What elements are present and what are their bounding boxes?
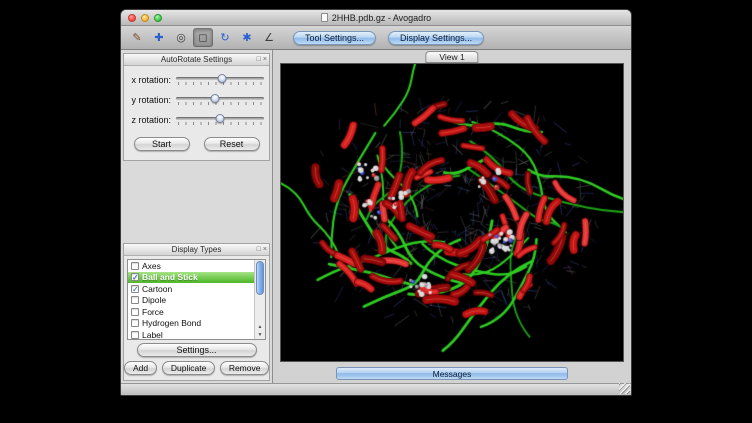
dipole-checkbox[interactable]	[131, 296, 139, 304]
select-icon: ◻	[198, 31, 207, 44]
close-panel-icon[interactable]: ×	[263, 246, 267, 253]
close-window-button[interactable]	[128, 14, 136, 22]
z-rotation-label: z rotation:	[126, 115, 176, 125]
display-types-panel: Display Types □ × Axes ✓ Ba	[123, 243, 270, 381]
list-item-label: Label	[142, 330, 163, 340]
display-type-settings-button[interactable]: Settings...	[137, 343, 257, 357]
minimize-window-button[interactable]	[141, 14, 149, 22]
list-scrollbar[interactable]: ▲ ▼	[254, 260, 265, 339]
list-item-dipole[interactable]: Dipole	[128, 295, 254, 307]
messages-button[interactable]: Messages	[336, 367, 568, 380]
tool-settings-button[interactable]: Tool Settings...	[293, 31, 376, 45]
autorotate-panel-titlebar[interactable]: AutoRotate Settings □ ×	[124, 54, 269, 66]
autorotate-panel: AutoRotate Settings □ × x rotation:	[123, 53, 270, 161]
close-panel-icon[interactable]: ×	[263, 56, 267, 63]
list-item-hydrogen-bond[interactable]: Hydrogen Bond	[128, 318, 254, 330]
force-checkbox[interactable]	[131, 308, 139, 316]
draw-tool-button[interactable]: ✎	[127, 28, 147, 47]
zoom-icon: ◎	[176, 31, 186, 44]
label-checkbox[interactable]	[131, 331, 139, 339]
auto-rotate-tool-button[interactable]: ↻	[215, 28, 235, 47]
autorotate-panel-title: AutoRotate Settings	[161, 55, 232, 64]
list-item-label: Ball and Stick	[142, 272, 198, 282]
screen: 2HHB.pdb.gz - Avogadro ✎ ✚ ◎ ◻ ↻ ✱ ∠ Too…	[0, 0, 752, 423]
x-rotation-label: x rotation:	[126, 75, 176, 85]
list-item-label: Hydrogen Bond	[142, 318, 201, 328]
navigate-tool-button[interactable]: ✚	[149, 28, 169, 47]
navigate-icon: ✚	[154, 31, 163, 44]
toolbar: ✎ ✚ ◎ ◻ ↻ ✱ ∠ Tool Settings... Display S…	[121, 26, 631, 50]
render-frame	[280, 63, 624, 362]
autorotate-buttons: Start Reset	[124, 137, 269, 151]
list-item-label: Dipole	[142, 295, 166, 305]
remove-button[interactable]: Remove	[220, 361, 269, 375]
float-panel-icon[interactable]: □	[257, 56, 261, 63]
cartoon-checkbox[interactable]: ✓	[131, 285, 139, 293]
title-bar[interactable]: 2HHB.pdb.gz - Avogadro	[121, 10, 631, 26]
float-panel-icon[interactable]: □	[257, 246, 261, 253]
slider-thumb[interactable]	[216, 114, 225, 123]
display-type-actions: Add Duplicate Remove	[124, 361, 269, 375]
reset-button[interactable]: Reset	[204, 137, 260, 151]
ball-and-stick-checkbox[interactable]: ✓	[131, 273, 139, 281]
document-icon	[321, 13, 328, 22]
y-rotation-slider[interactable]	[176, 93, 264, 106]
main-content: AutoRotate Settings □ × x rotation:	[121, 50, 631, 383]
measure-icon: ∠	[264, 31, 274, 44]
list-item-label: Axes	[142, 261, 161, 271]
display-settings-button[interactable]: Display Settings...	[388, 31, 484, 45]
scroll-down-icon[interactable]: ▼	[255, 331, 265, 339]
window-title: 2HHB.pdb.gz - Avogadro	[332, 13, 431, 23]
left-dock: AutoRotate Settings □ × x rotation:	[121, 50, 273, 383]
z-rotation-slider[interactable]	[176, 113, 264, 126]
y-rotation-label: y rotation:	[126, 95, 176, 105]
resize-grip[interactable]	[619, 383, 630, 394]
measure-tool-button[interactable]: ∠	[259, 28, 279, 47]
slider-track	[176, 97, 264, 100]
traffic-lights	[128, 14, 162, 22]
rotate-icon: ↻	[220, 31, 229, 44]
scroll-up-icon[interactable]: ▲	[255, 323, 265, 331]
display-types-panel-titlebar[interactable]: Display Types □ ×	[124, 244, 269, 256]
duplicate-button[interactable]: Duplicate	[162, 361, 215, 375]
slider-thumb[interactable]	[217, 74, 226, 83]
add-button[interactable]: Add	[124, 361, 157, 375]
slider-thumb[interactable]	[210, 94, 219, 103]
viewport-area: View 1 Messages	[273, 50, 631, 383]
list-item-axes[interactable]: Axes	[128, 260, 254, 272]
list-item-force[interactable]: Force	[128, 306, 254, 318]
dock-spacer	[123, 161, 270, 243]
hydrogen-bond-checkbox[interactable]	[131, 319, 139, 327]
scrollbar-thumb[interactable]	[256, 261, 264, 295]
list-item-label-type[interactable]: Label	[128, 329, 254, 340]
list-item-ball-and-stick[interactable]: ✓ Ball and Stick	[128, 272, 254, 284]
panel-controls: □ ×	[257, 244, 267, 255]
start-button[interactable]: Start	[134, 137, 190, 151]
view-tab[interactable]: View 1	[425, 51, 478, 63]
x-rotation-row: x rotation:	[126, 73, 264, 86]
y-rotation-row: y rotation:	[126, 93, 264, 106]
z-rotation-row: z rotation:	[126, 113, 264, 126]
list-item-label: Force	[142, 307, 164, 317]
display-types-list: Axes ✓ Ball and Stick ✓ Cartoon Dipol	[127, 259, 266, 340]
window-title-wrap: 2HHB.pdb.gz - Avogadro	[321, 13, 431, 23]
x-rotation-slider[interactable]	[176, 73, 264, 86]
list-item-cartoon[interactable]: ✓ Cartoon	[128, 283, 254, 295]
zoom-tool-button[interactable]: ◎	[171, 28, 191, 47]
molecule-canvas[interactable]	[281, 64, 623, 361]
optimize-icon: ✱	[242, 31, 251, 44]
slider-ticks	[178, 102, 262, 105]
auto-optimize-tool-button[interactable]: ✱	[237, 28, 257, 47]
list-item-label: Cartoon	[142, 284, 172, 294]
select-tool-button[interactable]: ◻	[193, 28, 213, 47]
zoom-window-button[interactable]	[154, 14, 162, 22]
display-types-panel-title: Display Types	[172, 245, 222, 254]
status-bar	[121, 383, 631, 395]
pencil-icon: ✎	[132, 31, 141, 44]
panel-controls: □ ×	[257, 54, 267, 65]
avogadro-window: 2HHB.pdb.gz - Avogadro ✎ ✚ ◎ ◻ ↻ ✱ ∠ Too…	[120, 9, 632, 396]
axes-checkbox[interactable]	[131, 262, 139, 270]
